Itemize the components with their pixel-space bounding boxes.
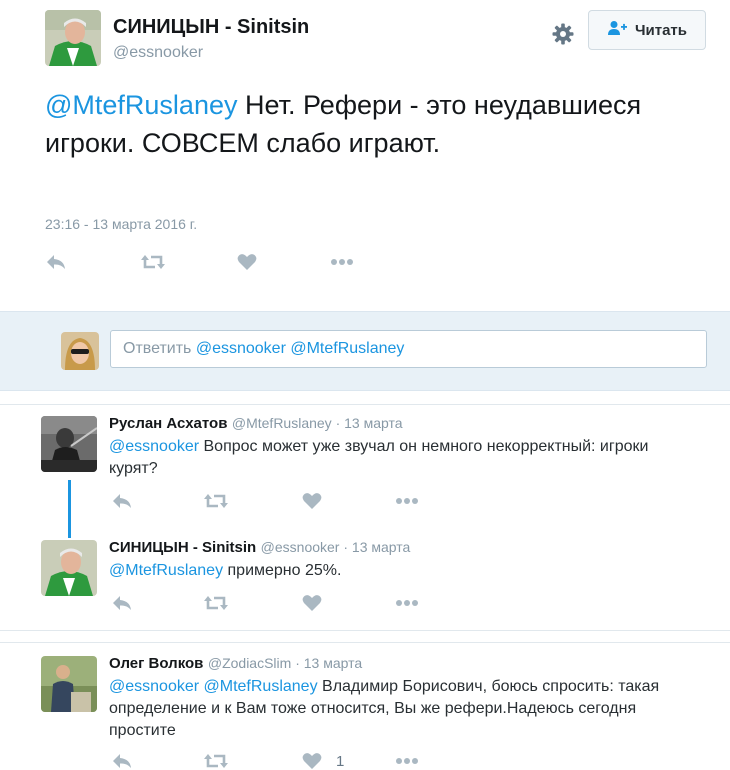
- heart-icon: [302, 753, 322, 769]
- retweet-button[interactable]: [203, 594, 229, 612]
- reply-author-name[interactable]: Руслан Асхатов: [109, 415, 227, 432]
- heart-icon: [302, 595, 322, 611]
- meta-separator: ·: [331, 415, 345, 431]
- current-user-avatar: [61, 332, 99, 370]
- reply-avatar[interactable]: [41, 416, 97, 472]
- more-icon: [396, 600, 418, 606]
- gear-icon[interactable]: [551, 22, 575, 46]
- reply-header: Руслан Асхатов @MtefRuslaney · 13 марта: [109, 415, 403, 433]
- author-name[interactable]: СИНИЦЫН - Sinitsin: [113, 16, 309, 39]
- retweet-icon: [204, 596, 228, 610]
- reply-input-prefix: Ответить: [123, 340, 196, 357]
- reply-header: СИНИЦЫН - Sinitsin @essnooker · 13 марта: [109, 539, 410, 557]
- reply-avatar[interactable]: [41, 540, 97, 596]
- retweet-icon: [141, 255, 165, 269]
- more-icon: [396, 758, 418, 764]
- reply-icon: [113, 754, 131, 768]
- reply-text: @MtefRuslaney примерно 25%.: [109, 560, 699, 582]
- retweet-button[interactable]: [203, 752, 229, 770]
- reply-header: Олег Волков @ZodiacSlim · 13 марта: [109, 655, 362, 673]
- reply-mentions[interactable]: @essnooker @MtefRuslaney: [109, 678, 318, 695]
- reply-button[interactable]: [111, 752, 133, 770]
- reply-author-name[interactable]: СИНИЦЫН - Sinitsin: [109, 539, 256, 556]
- reply-date[interactable]: 13 марта: [352, 539, 410, 555]
- divider: [0, 642, 730, 643]
- reply-button[interactable]: [111, 492, 133, 510]
- tweet-mention[interactable]: @MtefRuslaney: [45, 90, 237, 120]
- main-avatar[interactable]: [45, 10, 101, 66]
- reply-button[interactable]: [111, 594, 133, 612]
- reply-text: @essnooker @MtefRuslaney Владимир Борисо…: [109, 676, 699, 742]
- meta-separator: ·: [291, 655, 304, 671]
- reply-text: @essnooker Вопрос может уже звучал он не…: [109, 436, 699, 480]
- more-button[interactable]: [395, 594, 419, 612]
- reply-date[interactable]: 13 марта: [344, 415, 402, 431]
- reply-date[interactable]: 13 марта: [304, 655, 362, 671]
- add-user-icon: [607, 20, 627, 40]
- reply-body: примерно 25%.: [223, 562, 342, 579]
- tweet-timestamp[interactable]: 23:16 - 13 марта 2016 г.: [45, 216, 197, 232]
- reply-icon: [113, 596, 131, 610]
- reply-mentions[interactable]: @essnooker: [109, 438, 199, 455]
- follow-button-label: Читать: [634, 21, 688, 39]
- thread-connector: [68, 480, 71, 538]
- reply-author-handle[interactable]: @ZodiacSlim: [208, 655, 291, 671]
- follow-button[interactable]: Читать: [588, 10, 706, 50]
- like-button[interactable]: [302, 492, 322, 510]
- reply-author-handle[interactable]: @MtefRuslaney: [232, 415, 332, 431]
- author-handle[interactable]: @essnooker: [113, 44, 203, 62]
- reply-icon: [113, 494, 131, 508]
- reply-avatar[interactable]: [41, 656, 97, 712]
- meta-separator: ·: [339, 539, 352, 555]
- reply-author-name[interactable]: Олег Волков: [109, 655, 203, 672]
- like-button[interactable]: [237, 253, 257, 271]
- like-button[interactable]: 1: [302, 752, 344, 770]
- heart-icon: [237, 254, 257, 270]
- like-count: 1: [336, 752, 345, 770]
- retweet-button[interactable]: [140, 253, 166, 271]
- retweet-icon: [204, 494, 228, 508]
- reply-author-handle[interactable]: @essnooker: [261, 539, 340, 555]
- reply-input-mentions: @essnooker @MtefRuslaney: [195, 340, 405, 357]
- divider: [0, 404, 730, 405]
- more-button[interactable]: [395, 752, 419, 770]
- more-icon: [396, 498, 418, 504]
- reply-button[interactable]: [45, 253, 67, 271]
- reply-mentions[interactable]: @MtefRuslaney: [109, 562, 223, 579]
- like-button[interactable]: [302, 594, 322, 612]
- reply-icon: [47, 255, 65, 269]
- more-button[interactable]: [330, 253, 354, 271]
- heart-icon: [302, 493, 322, 509]
- divider: [0, 630, 730, 631]
- more-icon: [331, 259, 353, 265]
- tweet-text: @MtefRuslaney Нет. Рефери - это неудавши…: [45, 86, 665, 162]
- reply-input[interactable]: Ответить @essnooker @MtefRuslaney: [110, 330, 707, 368]
- retweet-button[interactable]: [203, 492, 229, 510]
- retweet-icon: [204, 754, 228, 768]
- more-button[interactable]: [395, 492, 419, 510]
